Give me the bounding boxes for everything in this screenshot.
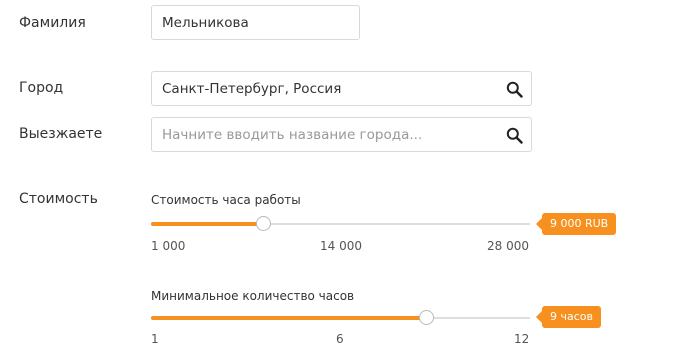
cost-label: Стоимость — [19, 191, 98, 207]
min-hours-mid-label: 6 — [336, 332, 344, 346]
hourly-rate-title: Стоимость часа работы — [151, 193, 301, 207]
min-hours-thumb[interactable] — [419, 310, 435, 325]
hourly-rate-thumb[interactable] — [255, 216, 271, 231]
min-hours-slider[interactable] — [151, 310, 530, 325]
hourly-rate-fill — [151, 222, 264, 226]
search-icon[interactable] — [505, 80, 523, 98]
city-field[interactable] — [151, 71, 532, 106]
hourly-rate-min-label: 1 000 — [151, 239, 186, 253]
departure-field[interactable] — [151, 117, 532, 152]
hourly-rate-mid-label: 14 000 — [320, 239, 362, 253]
min-hours-badge: 9 часов — [536, 306, 601, 328]
city-input[interactable] — [162, 80, 531, 97]
hourly-rate-badge: 9 000 RUB — [535, 213, 617, 235]
departure-input[interactable] — [162, 126, 531, 143]
search-icon[interactable] — [505, 126, 523, 144]
departure-label: Выезжаете — [19, 126, 103, 142]
min-hours-fill — [151, 316, 427, 320]
surname-field[interactable] — [151, 5, 360, 40]
hourly-rate-max-label: 28 000 — [487, 239, 529, 253]
min-hours-title: Минимальное количество часов — [151, 289, 355, 303]
hourly-rate-slider[interactable] — [151, 216, 530, 231]
surname-label: Фамилия — [19, 15, 86, 31]
city-label: Город — [19, 80, 64, 96]
min-hours-min-label: 1 — [151, 332, 159, 346]
surname-input[interactable] — [162, 14, 359, 31]
min-hours-max-label: 12 — [514, 332, 530, 346]
